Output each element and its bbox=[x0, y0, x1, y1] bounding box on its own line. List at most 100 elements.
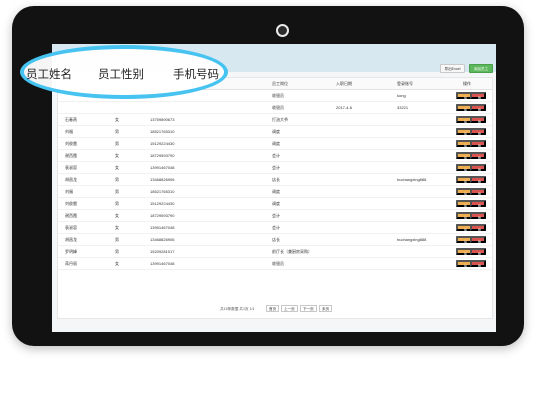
gender-cell: 男 bbox=[115, 177, 119, 182]
phone-cell: 13468826906 bbox=[150, 177, 175, 182]
position-cell: 打油大爷 bbox=[272, 117, 288, 122]
gender-cell: 女 bbox=[115, 225, 119, 230]
delete-button[interactable]: 删除 bbox=[470, 212, 486, 227]
pagination-current: 1/1 bbox=[249, 307, 255, 311]
header-employee-name: 员工姓名 bbox=[26, 69, 72, 81]
gender-cell: 男 bbox=[115, 129, 119, 134]
phone-cell: 18729593790 bbox=[150, 213, 175, 218]
table-row: 刘俊雷男15129224430调度编辑删除 bbox=[58, 138, 492, 155]
gender-cell: 女 bbox=[115, 153, 119, 158]
employee-name-cell: 刘俊雷 bbox=[65, 141, 77, 146]
gender-cell: 女 bbox=[115, 261, 119, 266]
account-cell: huchangxing888 bbox=[397, 177, 427, 182]
table-row: 袁淑容女13991467048会计编辑删除 bbox=[58, 162, 492, 179]
delete-button[interactable]: 删除 bbox=[470, 236, 486, 251]
table-row: 谢西霞女18729593790会计编辑删除 bbox=[58, 210, 492, 227]
employee-name-cell: 石春燕 bbox=[65, 117, 77, 122]
position-cell: 收银员 bbox=[272, 261, 284, 266]
position-cell: 店长 bbox=[272, 177, 280, 182]
table-row: 石春燕女13759890673打油大爷编辑删除 bbox=[58, 114, 492, 131]
employee-name-cell: 胡昌龙 bbox=[65, 237, 77, 242]
last-page-button[interactable]: 末页 bbox=[319, 305, 333, 312]
table-row: 胡昌龙男13468826906店长huchangxing888编辑删除 bbox=[58, 174, 492, 191]
delete-button[interactable]: 删除 bbox=[470, 164, 486, 179]
header-position: 员工岗位 bbox=[272, 81, 288, 86]
delete-button[interactable]: 删除 bbox=[470, 224, 486, 239]
prev-page-button[interactable]: 上一页 bbox=[281, 305, 298, 312]
phone-cell: 15129224430 bbox=[150, 201, 175, 206]
first-page-button[interactable]: 首页 bbox=[266, 305, 280, 312]
position-cell: 调度 bbox=[272, 189, 280, 194]
phone-cell: 15209281017 bbox=[150, 249, 175, 254]
gender-cell: 男 bbox=[115, 201, 119, 206]
employee-name-cell: 罗明峰 bbox=[65, 249, 77, 254]
delete-button[interactable]: 删除 bbox=[470, 188, 486, 203]
position-cell: 调度 bbox=[272, 201, 280, 206]
delete-button[interactable]: 删除 bbox=[470, 200, 486, 215]
employee-name-cell: 袁淑容 bbox=[65, 165, 77, 170]
employee-table: 员工岗位 入职日期 登录账号 操作 收银员kong编辑删除收银员2017-4-6… bbox=[57, 77, 493, 319]
position-cell: 调度 bbox=[272, 129, 280, 134]
header-phone-number: 手机号码 bbox=[173, 69, 219, 81]
delete-button[interactable]: 删除 bbox=[470, 104, 486, 119]
employee-name-cell: 袁淑容 bbox=[65, 225, 77, 230]
hire-date-cell: 2017-4-6 bbox=[336, 105, 353, 110]
pagination: 共15条数据 共1页 1/1 首页 上一页 下一页 末页 bbox=[52, 304, 496, 316]
position-cell: 会计 bbox=[272, 225, 280, 230]
employee-name-cell: 刘福 bbox=[65, 129, 73, 134]
export-excel-button[interactable]: 导出Excel bbox=[440, 64, 465, 73]
position-cell: 店长 bbox=[272, 237, 280, 242]
employee-name-cell: 蒋丹丽 bbox=[65, 261, 77, 266]
account-cell: huchangxing888 bbox=[397, 237, 427, 242]
header-login-account: 登录账号 bbox=[397, 81, 413, 86]
position-cell: 会计 bbox=[272, 165, 280, 170]
phone-cell: 13759890673 bbox=[150, 117, 175, 122]
table-row: 胡昌龙男13468826906店长huchangxing888编辑删除 bbox=[58, 234, 492, 251]
gender-cell: 男 bbox=[115, 141, 119, 146]
phone-cell: 13991467048 bbox=[150, 165, 175, 170]
pagination-info: 共15条数据 共1页 1/1 bbox=[220, 307, 255, 311]
next-page-button[interactable]: 下一页 bbox=[300, 305, 317, 312]
phone-cell: 13991467048 bbox=[150, 225, 175, 230]
gender-cell: 男 bbox=[115, 249, 119, 254]
employee-name-cell: 谢西霞 bbox=[65, 153, 77, 158]
account-cell: kong bbox=[397, 93, 406, 98]
table-row: 刘福男18521765310调度编辑删除 bbox=[58, 126, 492, 143]
phone-cell: 13991467048 bbox=[150, 261, 175, 266]
position-cell: 收银员 bbox=[272, 93, 284, 98]
delete-button[interactable]: 删除 bbox=[470, 260, 486, 275]
phone-cell: 18521765310 bbox=[150, 129, 175, 134]
account-cell: 33221 bbox=[397, 105, 409, 110]
gender-cell: 女 bbox=[115, 165, 119, 170]
phone-cell: 18521765310 bbox=[150, 189, 175, 194]
gender-cell: 女 bbox=[115, 117, 119, 122]
table-row: 蒋丹丽女 13991467048 收银员 编辑 删除 bbox=[58, 258, 492, 275]
table-row: 谢西霞女18729593790会计编辑删除 bbox=[58, 150, 492, 167]
header-actions: 操作 bbox=[463, 81, 471, 86]
delete-button[interactable]: 删除 bbox=[470, 152, 486, 167]
employee-name-cell: 刘俊雷 bbox=[65, 201, 77, 206]
employee-name-cell: 胡昌龙 bbox=[65, 177, 77, 182]
delete-button[interactable]: 删除 bbox=[470, 176, 486, 191]
delete-button[interactable]: 删除 bbox=[470, 248, 486, 263]
table-row: 刘俊雷男15129224430调度编辑删除 bbox=[58, 198, 492, 215]
delete-button[interactable]: 删除 bbox=[470, 116, 486, 131]
add-employee-button[interactable]: 添加员工 bbox=[469, 64, 493, 73]
gender-cell: 女 bbox=[115, 213, 119, 218]
header-employee-gender: 员工性别 bbox=[98, 69, 144, 81]
phone-cell: 15129224430 bbox=[150, 141, 175, 146]
position-cell: 收银员 bbox=[272, 105, 284, 110]
table-body: 收银员kong编辑删除收银员2017-4-633221编辑删除石春燕女13759… bbox=[58, 90, 492, 275]
camera-icon bbox=[276, 24, 289, 37]
phone-cell: 13468826906 bbox=[150, 237, 175, 242]
delete-button[interactable]: 删除 bbox=[470, 92, 486, 107]
delete-button[interactable]: 删除 bbox=[470, 128, 486, 143]
position-cell: 调度 bbox=[272, 141, 280, 146]
position-cell: 前厅长（兼厨房采购） bbox=[272, 249, 312, 254]
table-row: 收银员2017-4-633221编辑删除 bbox=[58, 102, 492, 119]
table-row: 袁淑容女13991467048会计编辑删除 bbox=[58, 222, 492, 239]
table-row: 罗明峰男15209281017前厅长（兼厨房采购）编辑删除 bbox=[58, 246, 492, 263]
position-cell: 会计 bbox=[272, 213, 280, 218]
phone-cell: 18729593790 bbox=[150, 153, 175, 158]
delete-button[interactable]: 删除 bbox=[470, 140, 486, 155]
